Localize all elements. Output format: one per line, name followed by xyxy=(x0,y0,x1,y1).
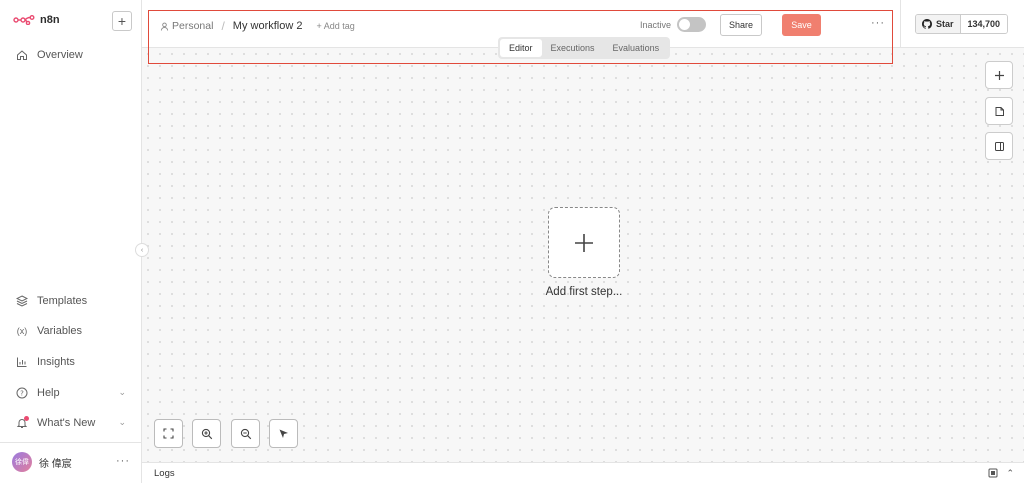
n8n-logo-icon xyxy=(13,15,35,25)
save-button[interactable]: Save xyxy=(782,14,821,36)
share-button[interactable]: Share xyxy=(720,14,762,36)
add-first-step-label: Add first step... xyxy=(545,286,623,298)
sidebar-item-overview[interactable]: Overview xyxy=(16,49,126,61)
sidebar-item-label: Help xyxy=(37,387,60,399)
fit-view-button[interactable] xyxy=(154,419,183,448)
tab-editor[interactable]: Editor xyxy=(500,39,542,57)
fit-view-icon xyxy=(163,428,174,439)
sidebar-item-label: Overview xyxy=(37,49,83,61)
help-icon: ? xyxy=(16,387,28,399)
plus-icon xyxy=(575,233,593,252)
github-star-button[interactable]: Star 134,700 xyxy=(915,14,1009,34)
sidebar-item-templates[interactable]: Templates xyxy=(16,295,126,307)
sidebar-item-label: Templates xyxy=(37,295,88,307)
toggle-panel-button[interactable] xyxy=(985,132,1013,160)
sidebar-item-variables[interactable]: (x) Variables xyxy=(16,325,126,337)
tidy-up-button[interactable] xyxy=(269,419,298,448)
view-tabs: Editor Executions Evaluations xyxy=(498,37,670,59)
add-first-step-button[interactable] xyxy=(548,207,620,278)
note-icon xyxy=(995,106,1004,116)
plus-icon xyxy=(994,70,1004,80)
star-label: Star xyxy=(936,19,954,29)
tab-evaluations[interactable]: Evaluations xyxy=(604,39,669,57)
tab-executions[interactable]: Executions xyxy=(542,39,604,57)
logs-label: Logs xyxy=(154,468,175,479)
star-count: 134,700 xyxy=(960,15,1008,33)
variables-icon: (x) xyxy=(16,326,28,336)
sidebar-item-whats-new[interactable]: What's New ⌄ xyxy=(16,416,126,429)
user-name: 徐 偉宸 xyxy=(39,458,72,470)
sidebar-item-help[interactable]: ? Help ⌄ xyxy=(16,387,126,399)
status-label: Inactive xyxy=(640,20,672,30)
zoom-in-button[interactable] xyxy=(192,419,221,448)
sidebar-item-label: What's New xyxy=(37,417,96,429)
breadcrumb-project[interactable]: Personal xyxy=(160,20,213,32)
sidebar: n8n + Overview Templates (x) Variables I… xyxy=(0,0,142,483)
sidebar-item-label: Variables xyxy=(37,325,83,337)
logo[interactable]: n8n xyxy=(13,14,60,26)
popout-icon[interactable] xyxy=(988,468,998,478)
zoom-out-button[interactable] xyxy=(231,419,260,448)
chevron-down-icon: ⌄ xyxy=(118,417,126,427)
active-toggle[interactable] xyxy=(677,17,706,32)
avatar: 徐偉 xyxy=(12,452,32,472)
cursor-icon xyxy=(279,429,288,438)
app-name: n8n xyxy=(40,14,60,26)
svg-text:?: ? xyxy=(20,390,24,398)
workflow-name[interactable]: My workflow 2 xyxy=(233,20,303,32)
chevron-down-icon: ⌄ xyxy=(118,387,126,397)
create-button[interactable]: + xyxy=(112,11,132,31)
zoom-in-icon xyxy=(201,428,212,439)
user-menu[interactable]: 徐偉 徐 偉宸 xyxy=(12,452,72,472)
sidebar-item-insights[interactable]: Insights xyxy=(16,356,126,368)
chevron-up-icon[interactable]: ⌃ xyxy=(1006,468,1014,479)
add-sticky-note-button[interactable] xyxy=(985,97,1013,125)
breadcrumb: Personal / My workflow 2 + Add tag xyxy=(160,19,355,33)
notification-dot xyxy=(24,416,29,421)
more-options-icon[interactable]: ··· xyxy=(871,17,885,29)
sidebar-item-label: Insights xyxy=(37,356,75,368)
box-icon xyxy=(16,295,28,307)
github-icon xyxy=(922,19,932,29)
add-tag-button[interactable]: + Add tag xyxy=(316,21,354,31)
sidebar-collapse-icon[interactable]: ‹ xyxy=(135,243,149,257)
bell-icon xyxy=(16,416,29,429)
chart-icon xyxy=(16,356,28,368)
sidebar-divider xyxy=(0,442,142,443)
user-more-icon[interactable]: ··· xyxy=(116,455,130,467)
add-node-button[interactable] xyxy=(985,61,1013,89)
home-icon xyxy=(16,49,28,61)
logs-panel[interactable]: Logs ⌃ xyxy=(142,462,1024,483)
zoom-out-icon xyxy=(240,428,251,439)
user-icon xyxy=(160,22,169,31)
breadcrumb-separator: / xyxy=(221,19,225,33)
panel-icon xyxy=(994,141,1004,151)
